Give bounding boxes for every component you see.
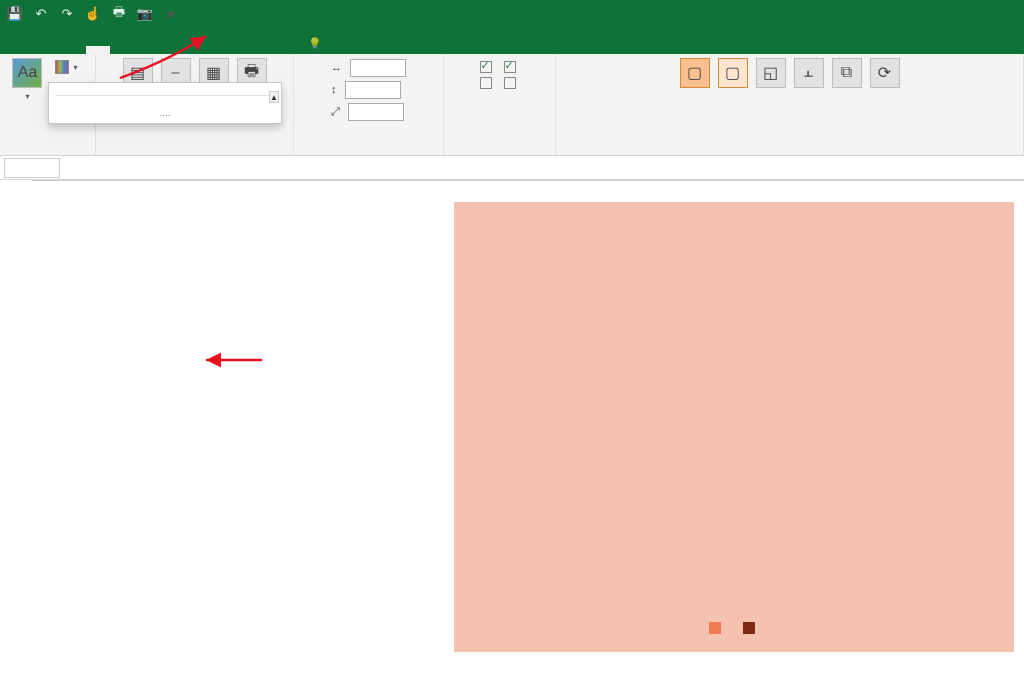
- rotate-button[interactable]: ⟳: [870, 58, 900, 90]
- redo-icon[interactable]: ↷: [58, 5, 76, 23]
- embedded-chart[interactable]: [454, 202, 1014, 652]
- theme-colors-menu: .... ▲: [48, 82, 282, 124]
- scroll-up-icon[interactable]: ▲: [269, 91, 279, 103]
- title-bar: 💾 ↶ ↷ ☝ 🖶 📷 ▼: [0, 0, 1024, 28]
- bring-forward-button[interactable]: ▢: [680, 58, 710, 90]
- selection-pane-button[interactable]: ◱: [756, 58, 786, 90]
- ribbon-tabs: [0, 28, 1024, 54]
- width-icon: ↔: [331, 62, 342, 74]
- tab-formulas[interactable]: [112, 46, 136, 54]
- color-menu-header: [49, 83, 281, 91]
- legend-swatch-target: [709, 622, 721, 634]
- tab-review[interactable]: [164, 46, 188, 54]
- undo-icon[interactable]: ↶: [32, 5, 50, 23]
- page-setup-group-label: [193, 141, 196, 153]
- gridlines-view-checkbox[interactable]: [480, 61, 492, 73]
- tab-file[interactable]: [8, 46, 32, 54]
- qat-more-icon[interactable]: ▼: [162, 5, 180, 23]
- chart-title[interactable]: [454, 202, 1014, 214]
- customize-colors[interactable]: [49, 100, 281, 108]
- y-axis-left: [458, 252, 502, 572]
- save-icon[interactable]: 💾: [6, 5, 24, 23]
- chart-legend[interactable]: [454, 619, 1014, 634]
- tab-insert[interactable]: [60, 46, 84, 54]
- quick-access-toolbar: 💾 ↶ ↷ ☝ 🖶 📷 ▼: [6, 5, 180, 23]
- tab-developer[interactable]: [216, 46, 240, 54]
- send-backward-button[interactable]: ▢: [718, 58, 748, 90]
- tab-data[interactable]: [138, 46, 162, 54]
- headings-print-checkbox[interactable]: [504, 77, 516, 89]
- height-input[interactable]: [345, 81, 401, 99]
- tab-powerpivot[interactable]: [242, 46, 266, 54]
- color-swatch-icon: [55, 60, 69, 74]
- align-button[interactable]: ⫠: [794, 58, 824, 90]
- headings-view-checkbox[interactable]: [504, 61, 516, 73]
- group-button[interactable]: ⧉: [832, 58, 862, 90]
- scale-input[interactable]: [348, 103, 404, 121]
- touch-mode-icon[interactable]: ☝: [84, 5, 102, 23]
- themes-button[interactable]: Aa ▾: [12, 58, 42, 101]
- color-menu-dots: ....: [49, 108, 281, 119]
- name-box[interactable]: [4, 158, 60, 178]
- width-input[interactable]: [350, 59, 406, 77]
- chart-bars-area: [502, 252, 966, 572]
- y-axis-right: [966, 252, 1010, 572]
- camera-icon[interactable]: 📷: [136, 5, 154, 23]
- tab-page-layout[interactable]: [86, 46, 110, 54]
- height-icon: ↕: [331, 84, 337, 96]
- print-preview-icon[interactable]: 🖶: [110, 5, 128, 23]
- theme-colors-button[interactable]: ▾: [50, 58, 82, 76]
- worksheet[interactable]: [0, 180, 1024, 696]
- tab-baidu[interactable]: [268, 46, 292, 54]
- formula-bar: [0, 156, 1024, 180]
- scale-icon: ⤢: [331, 106, 340, 119]
- legend-swatch-actual: [743, 622, 755, 634]
- tab-home[interactable]: [34, 46, 58, 54]
- gridlines-print-checkbox[interactable]: [480, 77, 492, 89]
- tab-view[interactable]: [190, 46, 214, 54]
- column-headers: [32, 180, 1024, 181]
- tell-me[interactable]: [304, 33, 326, 54]
